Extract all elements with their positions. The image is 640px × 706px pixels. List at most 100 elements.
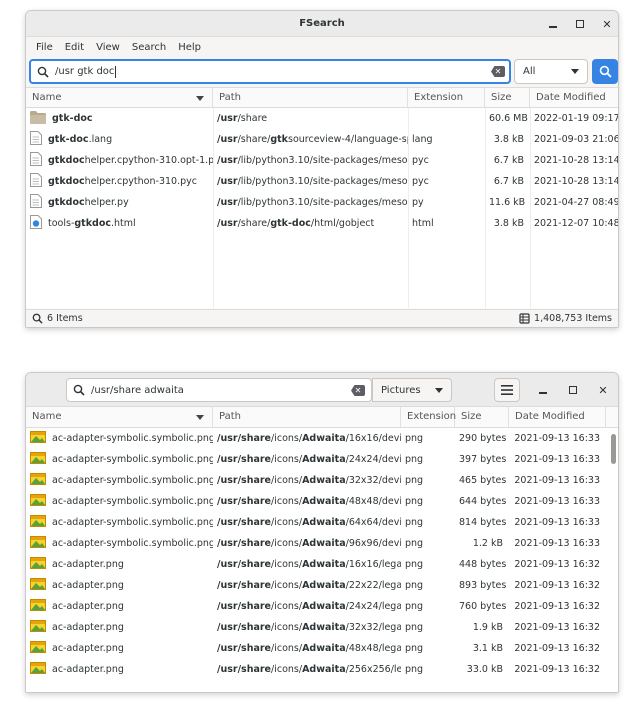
column-header-name[interactable]: Name [26,88,213,107]
column-header-size[interactable]: Size [455,407,509,427]
name-match: gtkdoc [74,218,111,229]
menu-search[interactable]: Search [126,42,172,53]
column-header-size[interactable]: Size [485,88,530,107]
cell-extension: png [405,559,424,570]
table-row[interactable]: ac-adapter-symbolic.symbolic.png/usr/sha… [26,428,618,449]
search-input[interactable]: /usr/share adwaita ✕ [66,378,372,402]
file-name: ac-adapter.png [52,601,124,612]
text-file-icon [30,194,42,211]
table-row[interactable]: ac-adapter-symbolic.symbolic.png/usr/sha… [26,533,618,554]
file-name: ac-adapter.png [52,559,124,570]
cell-path: /usr/share/icons/Adwaita/32x32/devices [213,475,401,486]
hamburger-icon [501,385,513,395]
path-text: /html/gobject [310,218,375,229]
results-header: Name Path Extension Size Date Modified [26,407,618,428]
maximize-button[interactable] [571,15,589,33]
cell-path: /usr/share/icons/Adwaita/256x256/legacy [213,664,401,675]
clear-search-icon[interactable]: ✕ [351,385,365,396]
scrollbar[interactable] [611,434,616,464]
cell-size: 6.7 kB [493,155,524,166]
close-button[interactable]: ✕ [598,15,616,33]
table-row[interactable]: ac-adapter-symbolic.symbolic.png/usr/sha… [26,449,618,470]
text-file-icon [30,131,42,148]
table-row[interactable]: ac-adapter-symbolic.symbolic.png/usr/sha… [26,491,618,512]
path-text: sourceview-4/language-specs [288,134,408,145]
column-header-date-modified[interactable]: Date Modified [509,407,606,427]
table-row[interactable]: ac-adapter.png/usr/share/icons/Adwaita/4… [26,638,618,659]
table-row[interactable]: ac-adapter.png/usr/share/icons/Adwaita/2… [26,596,618,617]
minimize-icon [549,26,557,28]
table-row[interactable]: ac-adapter.png/usr/share/icons/Adwaita/2… [26,659,618,680]
path-match: /share [237,433,272,444]
path-text: 48x48/devices [348,496,401,507]
path-match: /usr [217,496,238,507]
cell-name: gtk-doc.lang [26,131,213,148]
table-row[interactable]: ac-adapter.png/usr/share/icons/Adwaita/3… [26,617,618,638]
column-header-extension[interactable]: Extension [408,88,485,107]
cell-path: /usr/share/gtksourceview-4/language-spec… [213,134,408,145]
sort-arrow-icon [196,96,204,101]
result-count: 6 Items [47,313,83,324]
column-header-date-modified[interactable]: Date Modified [530,88,618,107]
column-header-path[interactable]: Path [213,88,408,107]
cell-date: 2022-01-19 09:17 [534,113,618,124]
results-list: gtk-doc/usr/share 60.6 MB 2022-01-19 09:17… [26,108,618,308]
cell-name: gtkdochelper.cpython-310.opt-1.pyc [26,152,213,169]
path-text: 256x256/legacy [348,664,401,675]
column-header-name[interactable]: Name [26,407,213,427]
image-file-icon [30,578,46,593]
minimize-button[interactable] [544,15,562,33]
search-button[interactable] [592,59,618,84]
path-text: /lib/python3.10/site-packages/meson... [237,197,408,208]
path-match: /usr [217,538,238,549]
cell-path: /usr/share/icons/Adwaita/16x16/devices [213,433,401,444]
cell-extension: png [405,538,424,549]
filter-dropdown[interactable]: Pictures [372,378,452,402]
cell-path: /usr/share/icons/Adwaita/32x32/legacy [213,622,401,633]
cell-size: 6.7 kB [493,176,524,187]
cell-date: 2021-09-13 16:33 [514,433,600,444]
path-text: /lib/python3.10/site-packages/meson... [237,155,408,166]
menu-help[interactable]: Help [172,42,207,53]
path-text: 32x32/legacy [348,622,401,633]
column-header-extension[interactable]: Extension [401,407,456,427]
path-match: Adwaita [302,601,346,612]
sort-arrow-icon [196,415,204,420]
search-input[interactable]: /usr gtk doc ✕ [29,59,511,84]
titlebar: FSearch ✕ [26,11,618,37]
image-file-icon [30,620,46,635]
table-row[interactable]: ac-adapter.png/usr/share/icons/Adwaita/2… [26,575,618,596]
cell-date: 2021-09-13 16:33 [514,538,600,549]
cell-size: 3.8 kB [493,218,524,229]
minimize-icon [539,392,547,394]
text-file-icon [30,173,42,190]
path-match: /share [237,475,272,486]
hamburger-menu-button[interactable] [494,378,520,402]
cell-extension: lang [412,134,433,145]
file-name: ac-adapter-symbolic.symbolic.png [52,433,213,444]
table-row[interactable]: ac-adapter-symbolic.symbolic.png/usr/sha… [26,512,618,533]
cell-date: 2021-09-13 16:33 [514,496,600,507]
path-text: /icons/ [271,517,303,528]
minimize-button[interactable] [534,381,552,399]
path-match: Adwaita [302,538,346,549]
maximize-button[interactable] [564,381,582,399]
path-match: /share [237,517,272,528]
maximize-icon [576,20,584,28]
cell-extension: png [405,580,424,591]
close-button[interactable]: ✕ [594,381,612,399]
path-text: 96x96/devices [348,538,401,549]
path-text: /icons/ [271,538,303,549]
fsearch-window: FSearch ✕ File Edit View Search Help /us… [25,10,619,328]
cell-size: 11.6 kB [489,197,526,208]
clear-search-icon[interactable]: ✕ [491,66,505,77]
path-text: /share/ [237,134,271,145]
cell-path: /usr/share/gtk-doc/html/gobject [213,218,408,229]
table-row[interactable]: ac-adapter.png/usr/share/icons/Adwaita/1… [26,554,618,575]
column-header-path[interactable]: Path [213,407,401,427]
menu-view[interactable]: View [90,42,126,53]
menu-file[interactable]: File [30,42,59,53]
filter-dropdown[interactable]: All [514,59,588,84]
table-row[interactable]: ac-adapter-symbolic.symbolic.png/usr/sha… [26,470,618,491]
menu-edit[interactable]: Edit [59,42,90,53]
